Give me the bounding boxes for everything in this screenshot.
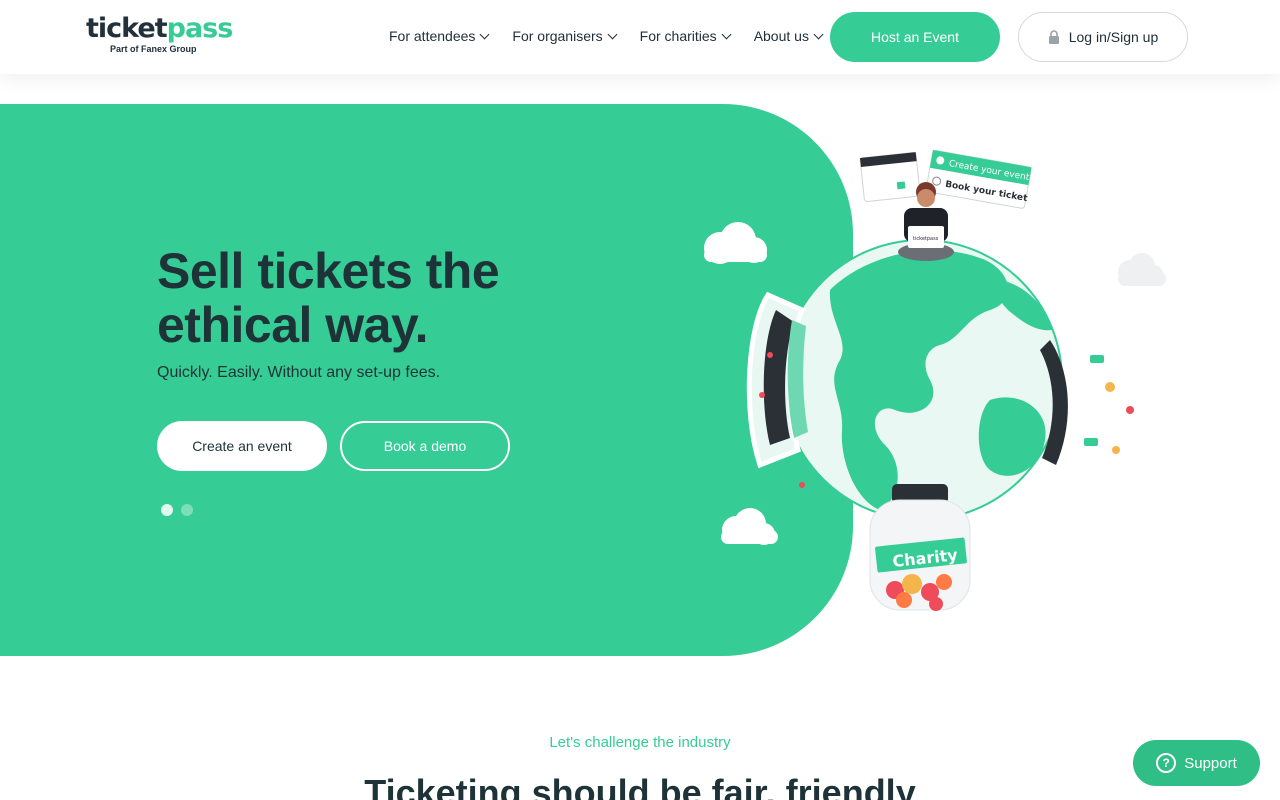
support-button[interactable]: ? Support <box>1133 740 1260 786</box>
hero-title: Sell tickets the ethical way. <box>157 243 500 353</box>
nav-about-us[interactable]: About us <box>753 28 824 44</box>
chevron-down-icon <box>721 29 732 39</box>
nav-for-charities[interactable]: For charities <box>639 28 732 44</box>
nav-label: For organisers <box>512 28 603 44</box>
host-event-button[interactable]: Host an Event <box>830 12 1000 62</box>
create-event-button[interactable]: Create an event <box>157 421 327 471</box>
nav-label: About us <box>753 28 809 44</box>
hero-subtitle: Quickly. Easily. Without any set-up fees… <box>157 364 441 381</box>
book-demo-button[interactable]: Book a demo <box>340 421 510 471</box>
cloud-icon <box>704 222 767 264</box>
svg-text:ticketpass: ticketpass <box>913 236 939 242</box>
cloud-icon <box>1118 253 1166 286</box>
logo-subtitle: Part of Fanex Group <box>110 44 197 54</box>
help-icon: ? <box>1156 753 1177 773</box>
lock-icon <box>1048 30 1059 44</box>
hero-illustration: Create your event Book your ticket ticke… <box>704 149 1166 611</box>
logo-text-pass: pass <box>166 13 234 44</box>
site-header: ticketpass Part of Fanex Group For atten… <box>0 0 1280 74</box>
cloud-icon <box>721 508 778 545</box>
nav-label: For attendees <box>389 28 476 44</box>
carousel-dot-1[interactable] <box>161 504 173 516</box>
nav-for-organisers[interactable]: For organisers <box>512 28 618 44</box>
section-title: Ticketing should be fair, friendly <box>364 772 916 800</box>
chevron-down-icon <box>607 29 618 39</box>
chevron-down-icon <box>813 29 824 39</box>
login-label: Log in/Sign up <box>1068 29 1159 45</box>
logo-text-ticket: ticket <box>86 13 168 44</box>
chevron-down-icon <box>479 29 490 39</box>
main-nav: For attendees For organisers For chariti… <box>389 28 846 44</box>
login-signup-button[interactable]: Log in/Sign up <box>1018 12 1188 62</box>
ticketpass-logo[interactable]: ticketpass Part of Fanex Group <box>86 14 236 58</box>
carousel-dot-2[interactable] <box>181 504 193 516</box>
nav-for-attendees[interactable]: For attendees <box>389 28 490 44</box>
carousel-dots <box>161 504 193 516</box>
support-label: Support <box>1184 754 1237 772</box>
nav-label: For charities <box>639 28 717 44</box>
section-eyebrow: Let's challenge the industry <box>549 734 731 751</box>
